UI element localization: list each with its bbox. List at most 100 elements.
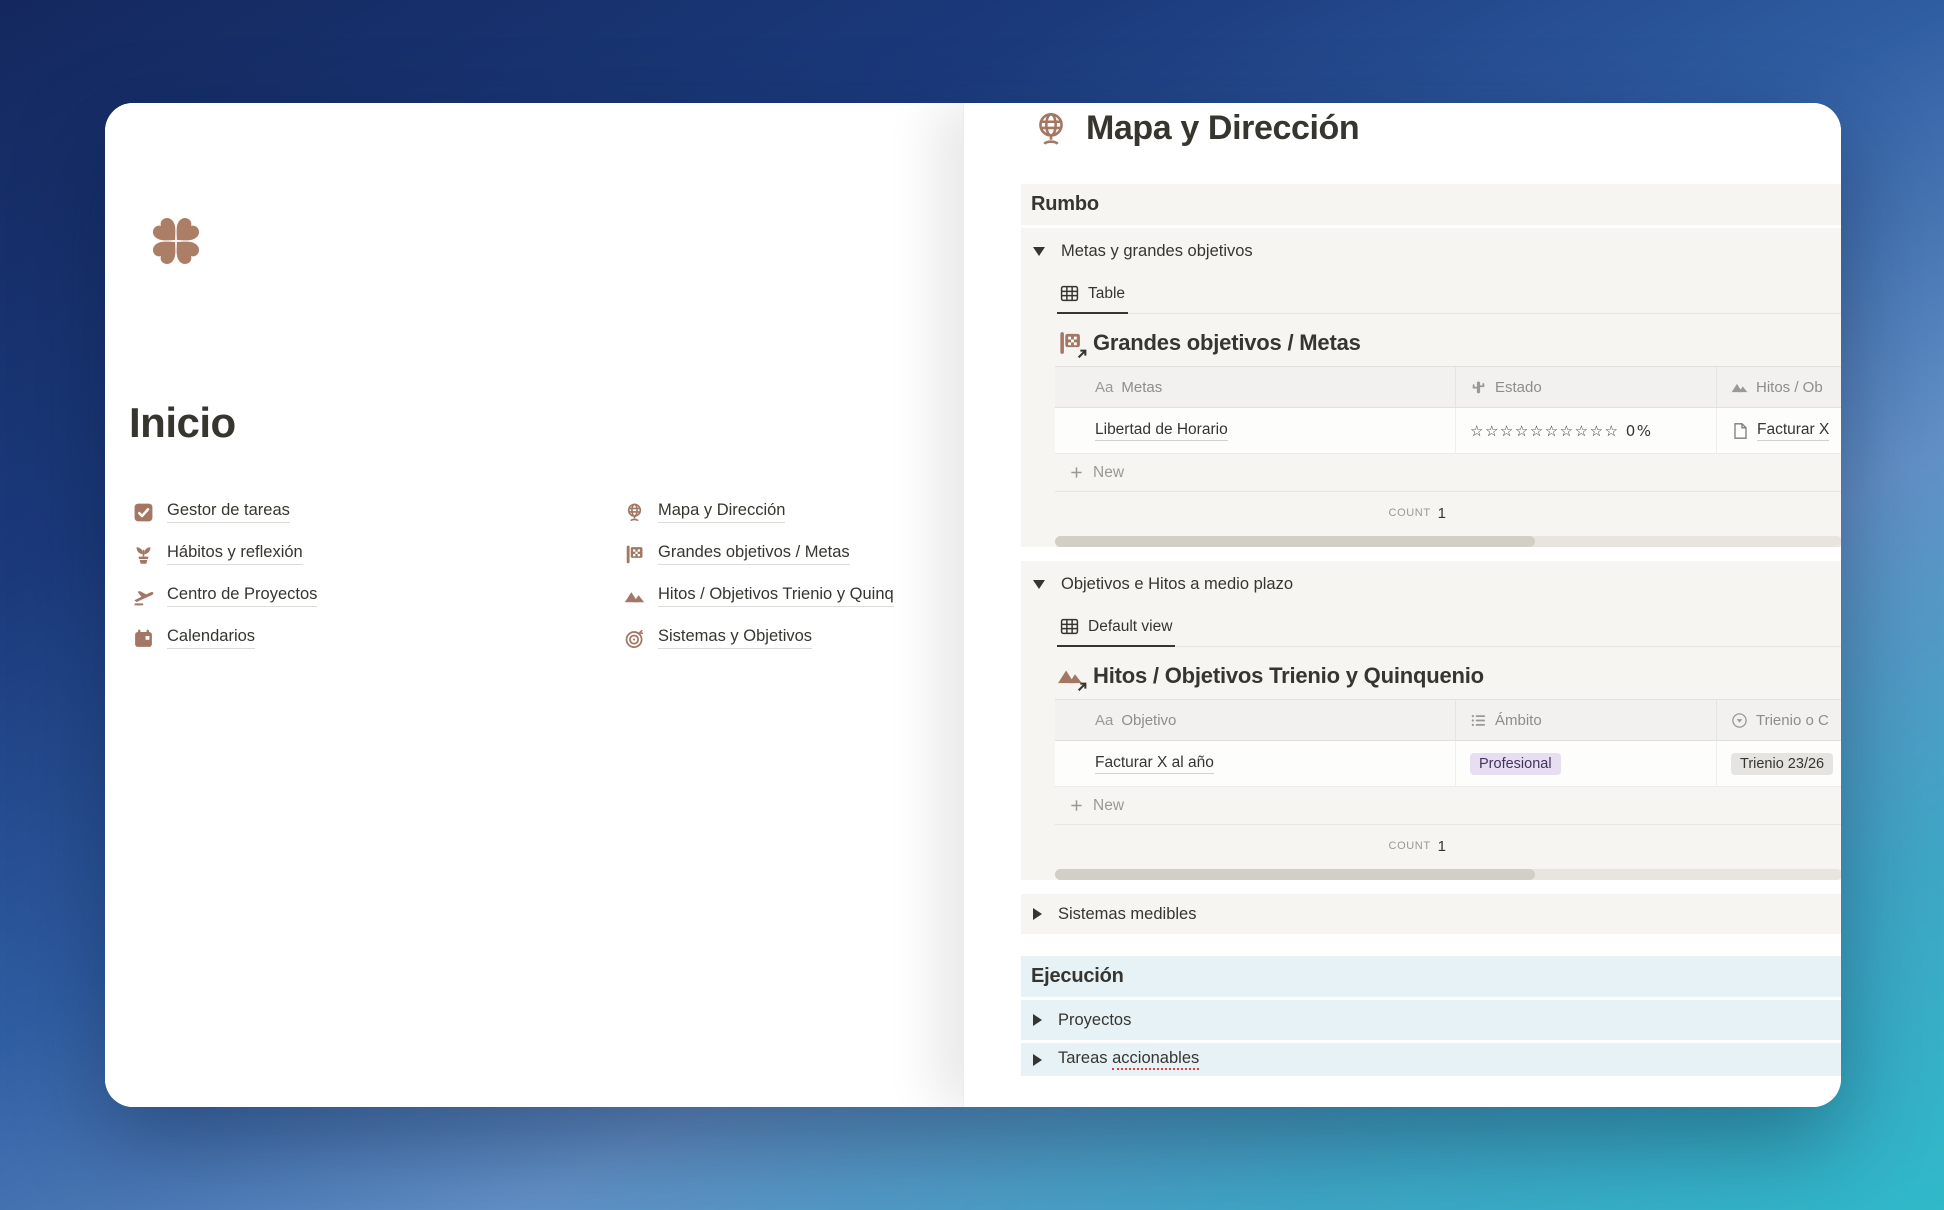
globe-page-icon[interactable] — [1032, 110, 1070, 148]
table-header-row: Aa Objetivo Ámbito Trienio o C — [1055, 699, 1841, 741]
inicio-page: Inicio Gestor de tareas Hábitos y reflex… — [105, 103, 963, 1107]
new-row-button[interactable]: New — [1055, 787, 1841, 825]
link-label: Centro de Proyectos — [167, 585, 317, 607]
text-property-icon: Aa — [1095, 712, 1113, 729]
column-label: Estado — [1495, 379, 1542, 396]
tab-table-view[interactable]: Table — [1057, 284, 1128, 314]
tab-label: Default view — [1088, 618, 1172, 636]
ejecucion-heading: Ejecución — [1031, 965, 1124, 988]
notion-window: Inicio Gestor de tareas Hábitos y reflex… — [105, 103, 1841, 1107]
mapa-y-direccion-page: Mapa y Dirección Rumbo Metas y grandes o… — [963, 103, 1841, 1107]
link-label: Mapa y Dirección — [658, 501, 785, 523]
toggle-label: Objetivos e Hitos a medio plazo — [1061, 575, 1293, 594]
column-header-metas[interactable]: Aa Metas — [1055, 367, 1456, 407]
table-view-icon — [1060, 617, 1079, 636]
airplane-departure-icon — [133, 586, 154, 607]
chevron-down-icon — [1033, 580, 1045, 589]
count-value: 1 — [1438, 838, 1446, 855]
db-title-hitos-objetivos[interactable]: Hitos / Objetivos Trienio y Quinquenio — [1057, 663, 1841, 689]
tab-default-view[interactable]: Default view — [1057, 617, 1175, 647]
count-aggregate[interactable]: COUNT 1 — [1055, 492, 1456, 534]
scrollbar-thumb[interactable] — [1055, 869, 1535, 880]
link-gestor-de-tareas[interactable]: Gestor de tareas — [133, 491, 317, 533]
cell-metas[interactable]: Libertad de Horario — [1055, 408, 1456, 453]
page-link[interactable]: Facturar X al año — [1095, 754, 1214, 774]
table-view-icon — [1060, 284, 1079, 303]
link-calendarios[interactable]: Calendarios — [133, 617, 317, 659]
toggle-label-prefix: Tareas — [1058, 1049, 1112, 1067]
cell-ambito[interactable]: Profesional — [1456, 741, 1717, 786]
plus-icon — [1069, 798, 1084, 813]
link-label: Sistemas y Objetivos — [658, 627, 812, 649]
metas-section: Metas y grandes objetivos Table — [1021, 228, 1841, 547]
toggle-tareas-accionables[interactable]: Tareas accionables — [1021, 1043, 1841, 1076]
column-header-ambito[interactable]: Ámbito — [1456, 700, 1717, 740]
table-header-row: Aa Metas Estado Hitos / Ob — [1055, 366, 1841, 408]
cell-objetivo[interactable]: Facturar X al año — [1055, 741, 1456, 786]
checkbox-icon — [133, 502, 154, 523]
toggle-objetivos-e-hitos[interactable]: Objetivos e Hitos a medio plazo — [1021, 565, 1841, 603]
column-header-estado[interactable]: Estado — [1456, 367, 1717, 407]
cell-estado[interactable]: ☆☆☆☆☆☆☆☆☆☆ 0% — [1456, 408, 1717, 453]
mountains-linked-icon — [1057, 663, 1083, 689]
db-title-label: Grandes objetivos / Metas — [1093, 330, 1361, 356]
new-row-button[interactable]: New — [1055, 454, 1841, 492]
column-label: Metas — [1121, 379, 1162, 396]
link-habitos-y-reflexion[interactable]: Hábitos y reflexión — [133, 533, 317, 575]
page-title-inicio: Inicio — [129, 399, 236, 447]
scrollbar-thumb[interactable] — [1055, 536, 1535, 547]
link-arrow-icon — [1076, 348, 1088, 360]
rumbo-heading: Rumbo — [1031, 193, 1099, 216]
page-link[interactable]: Libertad de Horario — [1095, 421, 1228, 441]
tab-label: Table — [1088, 285, 1125, 303]
hitos-section: Objetivos e Hitos a medio plazo Default … — [1021, 561, 1841, 880]
db-title-grandes-objetivos[interactable]: Grandes objetivos / Metas — [1057, 330, 1841, 356]
mountains-icon — [624, 586, 645, 607]
misspelled-word: accionables — [1112, 1049, 1199, 1070]
star-rating[interactable]: ☆☆☆☆☆☆☆☆☆☆ 0% — [1470, 422, 1653, 440]
horizontal-scrollbar[interactable] — [1055, 536, 1841, 547]
count-aggregate[interactable]: COUNT 1 — [1055, 825, 1456, 867]
table-row: Facturar X al año Profesional Trienio 23… — [1055, 741, 1841, 787]
bullet-list-icon — [1470, 712, 1487, 729]
column-header-trienio[interactable]: Trienio o C — [1717, 700, 1841, 740]
link-sistemas-y-objetivos[interactable]: Sistemas y Objetivos — [624, 617, 894, 659]
tag-profesional: Profesional — [1470, 753, 1561, 775]
link-label: Hábitos y reflexión — [167, 543, 303, 565]
page-title-mapa: Mapa y Dirección — [1086, 109, 1359, 148]
link-grandes-objetivos-metas[interactable]: Grandes objetivos / Metas — [624, 533, 894, 575]
horizontal-scrollbar[interactable] — [1055, 869, 1841, 880]
desktop-background: Inicio Gestor de tareas Hábitos y reflex… — [0, 0, 1944, 1210]
column-header-objetivo[interactable]: Aa Objetivo — [1055, 700, 1456, 740]
cactus-icon — [1470, 379, 1487, 396]
link-label: Grandes objetivos / Metas — [658, 543, 850, 565]
toggle-proyectos[interactable]: Proyectos — [1021, 1000, 1841, 1040]
cell-hitos[interactable]: Facturar X — [1717, 408, 1841, 453]
toggle-label: Metas y grandes objetivos — [1061, 242, 1253, 261]
link-centro-de-proyectos[interactable]: Centro de Proyectos — [133, 575, 317, 617]
clover-icon — [135, 200, 217, 282]
dartboard-icon — [624, 628, 645, 649]
link-label: Gestor de tareas — [167, 501, 290, 523]
link-label: Calendarios — [167, 627, 255, 649]
column-label: Hitos / Ob — [1756, 379, 1823, 396]
link-hitos-objetivos-trienio[interactable]: Hitos / Objetivos Trienio y Quinq — [624, 575, 894, 617]
column-label: Trienio o C — [1756, 712, 1829, 729]
link-label: Hitos / Objetivos Trienio y Quinq — [658, 585, 894, 607]
relation-link[interactable]: Facturar X — [1757, 421, 1829, 441]
new-row-label: New — [1093, 797, 1124, 815]
calendar-icon — [133, 628, 154, 649]
toggle-sistemas-medibles[interactable]: Sistemas medibles — [1021, 894, 1841, 934]
text-property-icon: Aa — [1095, 379, 1113, 396]
cell-trienio[interactable]: Trienio 23/26 — [1717, 741, 1841, 786]
link-arrow-icon — [1076, 681, 1088, 693]
toggle-label: Sistemas medibles — [1058, 905, 1196, 924]
column-header-hitos[interactable]: Hitos / Ob — [1717, 367, 1841, 407]
clover-page-icon[interactable] — [135, 200, 217, 282]
link-mapa-y-direccion[interactable]: Mapa y Dirección — [624, 491, 894, 533]
rumbo-heading-block: Rumbo — [1021, 184, 1841, 225]
chevron-down-icon — [1033, 247, 1045, 256]
toggle-metas-y-grandes-objetivos[interactable]: Metas y grandes objetivos — [1021, 232, 1841, 270]
select-property-icon — [1731, 712, 1748, 729]
page-header: Mapa y Dirección — [1032, 109, 1359, 148]
